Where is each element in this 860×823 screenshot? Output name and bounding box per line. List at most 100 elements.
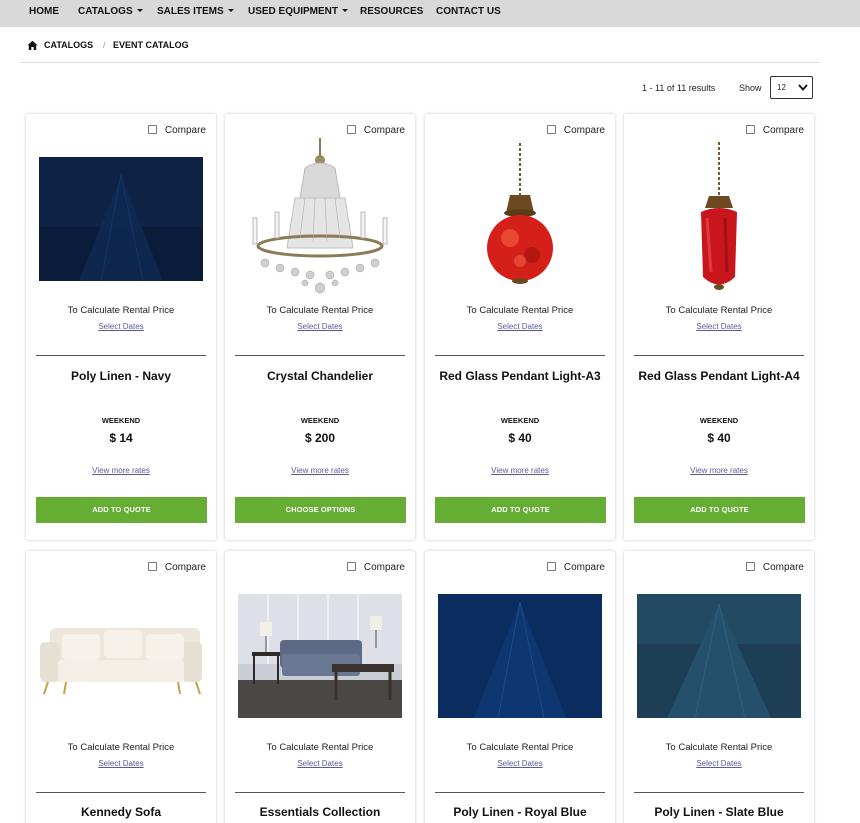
- nav-used-equipment-label: USED EQUIPMENT: [248, 6, 339, 17]
- choose-options-button[interactable]: CHOOSE OPTIONS: [235, 497, 406, 523]
- product-card: Compare To Calculate Rental Price Select…: [425, 114, 615, 540]
- compare-label: Compare: [762, 125, 804, 136]
- product-image[interactable]: [636, 136, 802, 302]
- compare-checkbox[interactable]: Compare: [745, 562, 804, 573]
- product-card: Compare To Calculate Rental Price Select…: [26, 114, 216, 540]
- checkbox-icon: [346, 125, 356, 134]
- caret-down-icon: [342, 8, 349, 12]
- select-dates-link[interactable]: Select Dates: [26, 759, 216, 768]
- view-more-rates-link[interactable]: View more rates: [225, 466, 415, 475]
- select-dates-link[interactable]: Select Dates: [26, 322, 216, 331]
- rate-label: WEEKEND: [500, 416, 540, 425]
- rental-price-prompt: To Calculate Rental Price: [67, 305, 175, 316]
- card-divider: [235, 355, 405, 356]
- compare-checkbox[interactable]: Compare: [147, 125, 206, 136]
- compare-checkbox[interactable]: Compare: [346, 125, 405, 136]
- nav-sales-items[interactable]: SALES ITEMS: [157, 0, 234, 27]
- nav-contact-us-label: CONTACT US: [436, 6, 501, 17]
- product-card: Compare To Calculate Rental Price Select…: [425, 551, 615, 823]
- select-dates-link[interactable]: Select Dates: [624, 322, 814, 331]
- breadcrumb-event-catalog: EVENT CATALOG: [113, 40, 189, 50]
- card-divider: [36, 355, 206, 356]
- checkbox-icon: [147, 125, 157, 134]
- product-image[interactable]: [636, 573, 802, 739]
- nav-home[interactable]: HOME: [29, 0, 59, 27]
- card-divider: [435, 792, 605, 793]
- breadcrumb-divider: [20, 62, 820, 63]
- product-price: $ 40: [508, 431, 532, 445]
- nav-resources-label: RESOURCES: [360, 6, 424, 17]
- product-name[interactable]: Poly Linen - Slate Blue: [624, 805, 814, 819]
- compare-label: Compare: [363, 562, 405, 573]
- add-to-quote-button[interactable]: ADD TO QUOTE: [634, 497, 805, 523]
- sofa-image: [40, 628, 202, 695]
- nav-used-equipment[interactable]: USED EQUIPMENT: [248, 0, 349, 27]
- compare-label: Compare: [164, 125, 206, 136]
- select-dates-link[interactable]: Select Dates: [624, 759, 814, 768]
- select-dates-link[interactable]: Select Dates: [425, 322, 615, 331]
- checkbox-icon: [147, 562, 157, 571]
- rate-label: WEEKEND: [101, 416, 141, 425]
- product-name[interactable]: Red Glass Pendant Light-A3: [425, 369, 615, 383]
- compare-label: Compare: [164, 562, 206, 573]
- product-card: Compare To Calculate Rental Price Select…: [26, 551, 216, 823]
- select-dates-link[interactable]: Select Dates: [225, 322, 415, 331]
- product-card: Compare To Calculate Rental Price Select…: [225, 114, 415, 540]
- red-pendant-tall-image: [701, 142, 737, 290]
- select-dates-link[interactable]: Select Dates: [425, 759, 615, 768]
- product-name[interactable]: Essentials Collection: [225, 805, 415, 819]
- compare-checkbox[interactable]: Compare: [546, 562, 605, 573]
- product-image[interactable]: [38, 136, 204, 302]
- add-to-quote-button[interactable]: ADD TO QUOTE: [36, 497, 207, 523]
- rate-label: WEEKEND: [300, 416, 340, 425]
- navy-linen-image: [39, 157, 203, 281]
- product-image[interactable]: [237, 573, 403, 739]
- view-more-rates-link[interactable]: View more rates: [624, 466, 814, 475]
- rental-price-prompt: To Calculate Rental Price: [665, 742, 773, 753]
- nav-catalogs-label: CATALOGS: [78, 6, 133, 17]
- compare-label: Compare: [563, 562, 605, 573]
- compare-checkbox[interactable]: Compare: [147, 562, 206, 573]
- compare-checkbox[interactable]: Compare: [346, 562, 405, 573]
- caret-down-icon: [136, 8, 143, 12]
- product-price: $ 40: [707, 431, 731, 445]
- product-name[interactable]: Kennedy Sofa: [26, 805, 216, 819]
- product-name[interactable]: Poly Linen - Royal Blue: [425, 805, 615, 819]
- nav-resources[interactable]: RESOURCES: [360, 0, 423, 27]
- compare-label: Compare: [762, 562, 804, 573]
- compare-label: Compare: [363, 125, 405, 136]
- page-size-value: 12: [777, 83, 786, 92]
- show-label: Show: [739, 83, 762, 93]
- select-dates-link[interactable]: Select Dates: [225, 759, 415, 768]
- product-name[interactable]: Crystal Chandelier: [225, 369, 415, 383]
- product-image[interactable]: [237, 136, 403, 302]
- product-image[interactable]: [437, 573, 603, 739]
- product-image[interactable]: [437, 136, 603, 302]
- rental-price-prompt: To Calculate Rental Price: [266, 742, 374, 753]
- product-image[interactable]: [38, 573, 204, 739]
- product-name[interactable]: Red Glass Pendant Light-A4: [624, 369, 814, 383]
- nav-contact-us[interactable]: CONTACT US: [436, 0, 501, 27]
- compare-checkbox[interactable]: Compare: [745, 125, 804, 136]
- card-divider: [435, 355, 605, 356]
- product-name[interactable]: Poly Linen - Navy: [26, 369, 216, 383]
- living-room-image: [238, 594, 402, 718]
- home-icon[interactable]: [27, 40, 38, 51]
- product-price: $ 14: [109, 431, 133, 445]
- checkbox-icon: [745, 562, 755, 571]
- view-more-rates-link[interactable]: View more rates: [425, 466, 615, 475]
- rental-price-prompt: To Calculate Rental Price: [466, 305, 574, 316]
- page-size-select[interactable]: 12: [770, 76, 813, 99]
- compare-checkbox[interactable]: Compare: [546, 125, 605, 136]
- card-divider: [634, 355, 804, 356]
- royal-blue-linen-image: [438, 594, 602, 718]
- caret-down-icon: [227, 8, 234, 12]
- nav-catalogs[interactable]: CATALOGS: [78, 0, 143, 27]
- add-to-quote-button[interactable]: ADD TO QUOTE: [435, 497, 606, 523]
- slate-blue-linen-image: [637, 594, 801, 718]
- product-card: Compare To Calculate Rental Price Select…: [624, 114, 814, 540]
- chandelier-image: [252, 138, 388, 294]
- view-more-rates-link[interactable]: View more rates: [26, 466, 216, 475]
- breadcrumb-catalogs[interactable]: CATALOGS: [44, 40, 93, 51]
- top-nav: HOME CATALOGS SALES ITEMS USED EQUIPMENT…: [0, 0, 860, 27]
